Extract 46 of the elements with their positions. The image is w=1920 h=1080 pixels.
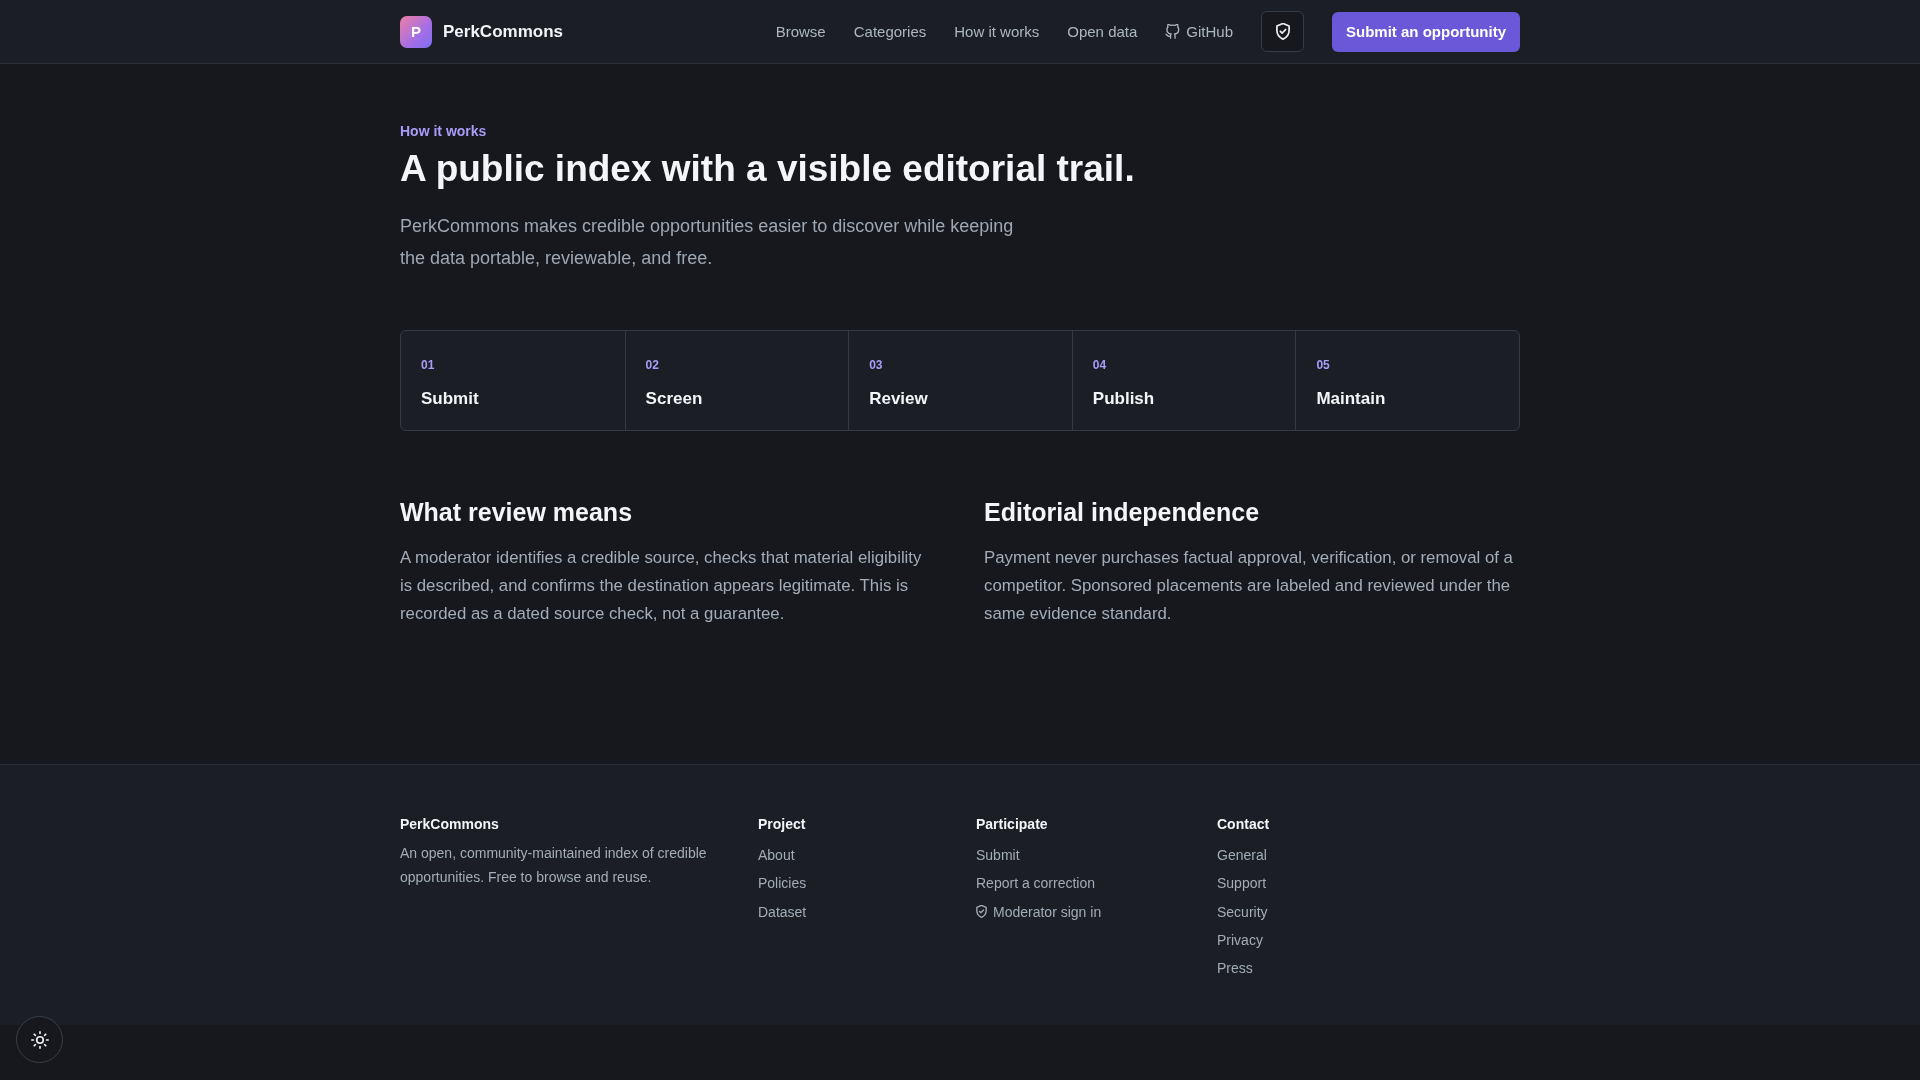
site-name[interactable]: PerkCommons [443,21,563,42]
footer-link[interactable]: Report a correction [976,873,1096,894]
footer-link[interactable]: Dataset [758,901,807,922]
nav-link[interactable]: How it works [954,23,1040,40]
section-heading: Editorial independence [984,497,1261,528]
footer-heading: Project [758,815,807,834]
shield-check-icon [1275,23,1290,40]
footer-link[interactable]: Press [1217,958,1253,979]
footer-brand: PerkCommons [400,815,500,834]
footer-link[interactable]: Support [1217,873,1267,894]
section-paragraph: Payment never purchases factual approval, verification, or removal of a competitor. Sponsored placements are labeled and reviewed under the same evidence standard. [984,547,1514,625]
moderation-button[interactable] [1261,11,1304,52]
footer-link[interactable]: Moderator sign in [976,901,1102,922]
github-icon [1165,24,1181,39]
section-heading: What review means [400,497,634,528]
section-paragraph: A moderator identifies a credible source, checks that material eligibility is described, and confirms the destination appears legitimate. This is recorded as a dated source check, not a guarantee. [400,547,923,625]
sun-icon [30,1030,49,1049]
github-link[interactable]: GitHub [1165,23,1233,40]
nav-link[interactable]: Open data [1067,23,1138,40]
page-title: A public index with a visible editorial trail. [400,147,1136,191]
step-number: 05 [1316,357,1330,373]
footer-description: An open, community-maintained index of credible opportunities. Free to browse and reuse. [400,844,708,887]
eyebrow-label: How it works [400,122,488,141]
footer-link[interactable]: Submit [976,845,1020,865]
footer-link[interactable]: Security [1217,901,1268,922]
nav-link[interactable]: Browse [775,23,826,40]
step-title: Review [869,388,928,410]
step-title: Publish [1092,388,1155,410]
footer-link[interactable]: Policies [758,873,807,894]
submit-opportunity-button[interactable]: Submit an opportunity [1332,11,1520,52]
footer-link[interactable]: About [758,845,795,865]
step-title: Submit [421,388,479,410]
step-number: 04 [1092,357,1107,373]
footer-link[interactable]: Privacy [1217,929,1263,950]
lead-paragraph: PerkCommons makes credible opportunities easier to discover while keeping the data portable, reviewable, and free. [400,215,1015,270]
step-title: Maintain [1316,388,1386,410]
footer-link[interactable]: General [1217,845,1267,865]
nav-link[interactable]: Categories [853,23,927,40]
footer-heading: Participate [976,815,1049,834]
step-number: 03 [869,357,883,373]
shield-check-icon [976,905,987,919]
footer-heading: Contact [1217,815,1271,834]
step-number: 01 [421,357,435,373]
step-title: Screen [645,388,703,410]
step-number: 02 [645,357,659,373]
theme-toggle-button[interactable] [16,1016,63,1063]
